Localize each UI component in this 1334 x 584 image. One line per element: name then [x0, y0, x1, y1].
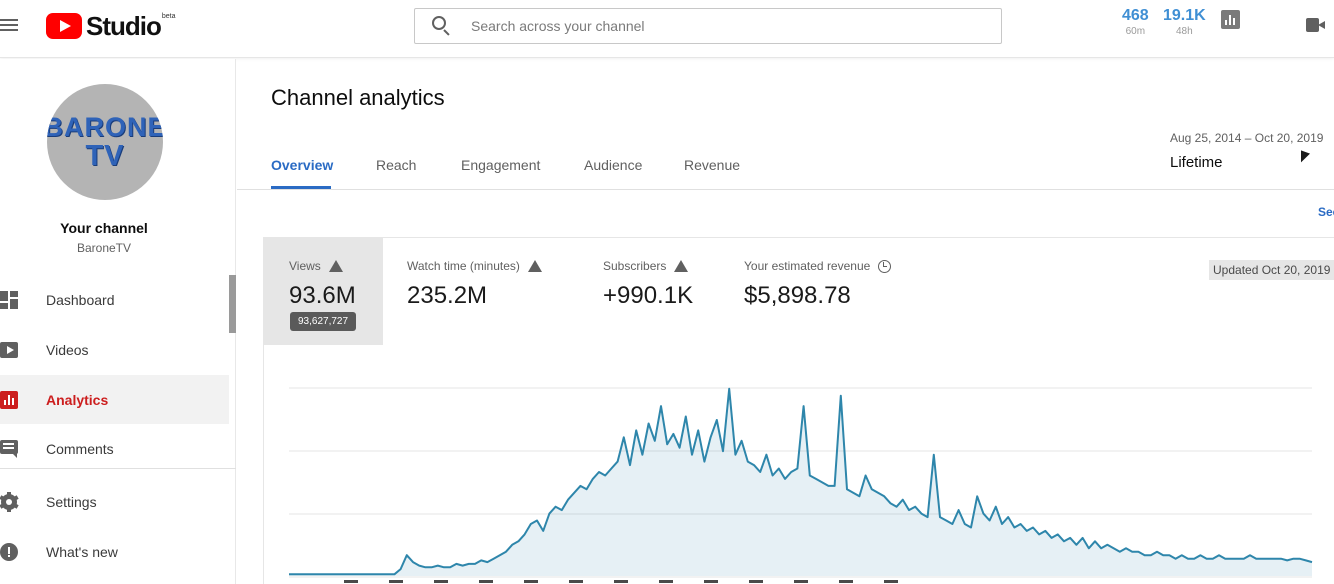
views-line-chart[interactable]: [264, 238, 1334, 584]
chart-tick: [614, 580, 628, 583]
sidebar-item-dashboard[interactable]: Dashboard: [0, 275, 229, 324]
realtime-chart-icon[interactable]: [1221, 10, 1240, 29]
avatar-text: TV: [85, 139, 125, 172]
tab-audience[interactable]: Audience: [584, 157, 642, 173]
sidebar-item-videos[interactable]: Videos: [0, 325, 229, 374]
channel-handle: BaroneTV: [76, 241, 132, 255]
tab-reach[interactable]: Reach: [376, 157, 416, 173]
chart-tick: [569, 580, 583, 583]
analytics-icon: [0, 391, 18, 409]
sidebar-item-settings[interactable]: Settings: [0, 477, 229, 526]
chart-tick: [839, 580, 853, 583]
chart-tick: [344, 580, 358, 583]
tab-revenue[interactable]: Revenue: [684, 157, 740, 173]
sidebar: BARONE TV Your channel BaroneTV Dashboar…: [0, 59, 236, 584]
metrics-card: Views 93.6M 93,627,727 Watch time (minut…: [263, 237, 1334, 584]
sidebar-item-label: Comments: [46, 440, 114, 457]
chart-tick: [749, 580, 763, 583]
sidebar-divider: [0, 468, 236, 469]
tabs-divider: [237, 189, 1334, 190]
chart-tick: [884, 580, 898, 583]
search-box[interactable]: [414, 8, 1002, 44]
sidebar-item-label: What's new: [46, 543, 118, 560]
chart-area: [289, 388, 1312, 576]
channel-avatar[interactable]: BARONE TV: [47, 84, 163, 200]
logo-text: Studio: [86, 10, 162, 41]
avatar-text: BARONE: [47, 111, 163, 142]
sidebar-item-label: Settings: [46, 493, 97, 510]
chart-tick: [389, 580, 403, 583]
sidebar-item-analytics[interactable]: Analytics: [0, 375, 229, 424]
sidebar-item-label: Dashboard: [46, 291, 115, 308]
sidebar-scrollbar[interactable]: [229, 275, 236, 333]
whats-new-icon: [0, 543, 18, 561]
sidebar-item-whats-new[interactable]: What's new: [0, 527, 229, 576]
chart-tick: [659, 580, 673, 583]
create-video-icon[interactable]: [1306, 18, 1325, 32]
top-bar: Studio beta 468 60m 19.1K 48h: [0, 0, 1334, 58]
sidebar-item-comments[interactable]: Comments: [0, 424, 229, 473]
mouse-cursor-icon: [1301, 150, 1310, 166]
chart-tick: [794, 580, 808, 583]
see-more-link[interactable]: See: [1318, 205, 1334, 219]
youtube-play-icon: [46, 13, 82, 39]
tab-overview[interactable]: Overview: [271, 157, 333, 173]
comments-icon: [0, 440, 18, 458]
search-icon[interactable]: [432, 16, 452, 36]
realtime-value: 468: [1122, 7, 1149, 24]
channel-title: Your channel: [60, 220, 148, 236]
logo-beta: beta: [161, 13, 176, 20]
sidebar-item-label: Videos: [46, 341, 89, 358]
chart-tick: [434, 580, 448, 583]
realtime-views-60m[interactable]: 468 60m: [1122, 7, 1149, 37]
settings-icon: [0, 492, 19, 512]
sidebar-item-label: Analytics: [46, 391, 109, 408]
dashboard-icon: [0, 291, 18, 309]
date-range[interactable]: Aug 25, 2014 – Oct 20, 2019: [1170, 131, 1323, 145]
realtime-value: 19.1K: [1163, 7, 1206, 24]
tab-engagement[interactable]: Engagement: [461, 157, 540, 173]
page-title: Channel analytics: [271, 85, 445, 110]
chart-tick: [704, 580, 718, 583]
realtime-label: 60m: [1125, 26, 1146, 37]
menu-icon[interactable]: [0, 16, 18, 34]
chart-tick: [479, 580, 493, 583]
date-preset-select[interactable]: Lifetime: [1170, 154, 1223, 171]
realtime-views-48h[interactable]: 19.1K 48h: [1163, 7, 1206, 37]
realtime-label: 48h: [1176, 26, 1193, 37]
search-input[interactable]: [471, 9, 991, 43]
youtube-studio-logo[interactable]: Studio beta: [46, 11, 176, 41]
chart-tick: [524, 580, 538, 583]
videos-icon: [0, 341, 18, 359]
